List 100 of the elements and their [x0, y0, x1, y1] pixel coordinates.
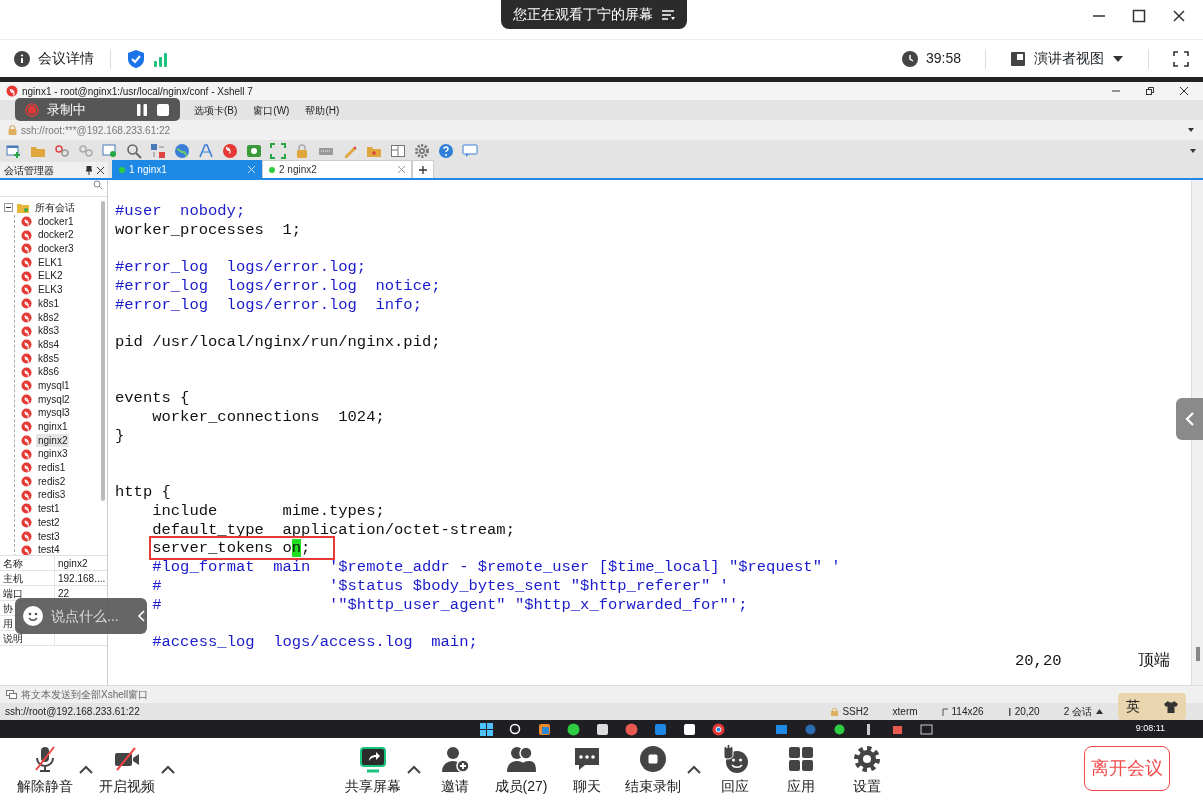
session-item[interactable]: k8s6 [36, 365, 62, 379]
session-item[interactable]: nginx3 [36, 447, 70, 462]
toolbar-button[interactable]: 聊天 [554, 738, 620, 795]
view-menu-button[interactable]: 演讲者视图 [1034, 48, 1124, 69]
session-item[interactable]: test1 [36, 502, 62, 516]
toolbar-button[interactable]: 应用 [768, 738, 834, 795]
session-item[interactable]: k8s5 [36, 351, 62, 366]
session-item[interactable]: docker1 [36, 214, 76, 229]
collapse-icon[interactable] [4, 203, 13, 213]
toolbar-button[interactable]: 共享屏幕 [340, 738, 406, 795]
restore-icon[interactable] [1145, 86, 1155, 96]
leave-meeting-button[interactable]: 离开会议 [1084, 746, 1170, 791]
list-icon[interactable] [660, 8, 675, 21]
meeting-details-link[interactable]: 会议详情 [38, 48, 94, 69]
help-icon[interactable] [438, 143, 454, 159]
scrollbar[interactable] [101, 201, 105, 501]
pin-icon[interactable] [85, 165, 93, 175]
session-item[interactable]: test2 [36, 515, 62, 530]
link-icon[interactable] [54, 143, 70, 159]
smiley-icon[interactable] [23, 606, 43, 626]
snail-icon [21, 366, 32, 378]
windows-icon[interactable] [6, 690, 17, 699]
session-tab[interactable]: 2 nginx2 [262, 160, 412, 178]
toolbar-button[interactable]: 开启视频 [94, 738, 160, 795]
app-icon[interactable] [683, 722, 696, 736]
code-comment: #error_log logs/error.log info; [115, 295, 422, 314]
window-gear-icon[interactable] [102, 143, 118, 159]
chevron-left-icon[interactable] [137, 610, 145, 622]
maximize-icon[interactable] [1131, 8, 1147, 24]
info-icon[interactable] [14, 50, 30, 67]
close-icon[interactable] [1179, 86, 1189, 96]
chat-icon[interactable] [462, 143, 478, 159]
globe-icon[interactable] [174, 143, 190, 159]
code-comment: #access_log logs/access.log main; [152, 633, 478, 651]
app-icon[interactable] [596, 722, 609, 736]
caret-up-icon[interactable] [161, 765, 175, 774]
new-window-icon[interactable] [6, 143, 22, 159]
shirt-icon[interactable] [1164, 700, 1178, 713]
snail-icon[interactable] [222, 143, 238, 159]
toolbar-button[interactable]: 解除静音 [12, 738, 78, 795]
panes-icon[interactable] [390, 143, 406, 159]
session-item[interactable]: k8s4 [36, 337, 62, 352]
session-item[interactable]: test4 [36, 543, 62, 555]
toolbar-button[interactable]: 回应 [702, 738, 768, 795]
dropdown-icon[interactable] [1189, 148, 1197, 154]
close-icon[interactable] [1171, 8, 1187, 24]
layout-icon[interactable] [1010, 50, 1026, 67]
app-icon[interactable] [567, 722, 580, 736]
app-icon[interactable] [538, 722, 551, 736]
session-item[interactable]: docker2 [36, 228, 76, 243]
scrollbar-thumb[interactable] [1195, 647, 1200, 661]
menu-item[interactable]: 选项卡(B) [190, 102, 242, 118]
terminal-icon[interactable] [246, 143, 262, 159]
session-item[interactable]: k8s3 [36, 324, 62, 338]
session-item[interactable]: ELK3 [36, 283, 65, 297]
close-icon[interactable] [97, 166, 104, 174]
session-item[interactable]: test3 [36, 529, 62, 544]
search-icon[interactable] [509, 722, 522, 736]
input-mode-label[interactable]: 英 [1126, 696, 1140, 717]
session-item[interactable]: k8s1 [36, 296, 62, 311]
session-item[interactable]: redis3 [36, 488, 68, 503]
windows-logo-icon[interactable] [480, 722, 493, 736]
dropdown-icon[interactable] [1187, 127, 1195, 133]
code-comment: #log_format main '$remote_addr - $remote_user [$time_local] "$request" ' [152, 558, 841, 576]
folder-item[interactable]: 所有会话 [33, 201, 77, 215]
new-tab-button[interactable] [412, 160, 434, 178]
stop-icon[interactable] [156, 102, 170, 117]
session-item[interactable]: redis2 [36, 474, 68, 489]
chrome-icon[interactable] [712, 722, 725, 736]
send-text-field[interactable]: 将文本发送到全部Xshell窗口 [21, 687, 149, 702]
session-item[interactable]: ELK1 [36, 255, 65, 270]
menu-item[interactable]: 窗口(W) [249, 102, 294, 118]
shield-check-icon[interactable] [127, 48, 145, 69]
caret-up-icon[interactable] [687, 765, 701, 774]
resize-icon [941, 707, 948, 716]
font-icon[interactable] [198, 143, 214, 159]
toolbar-button[interactable]: 成员(27) [488, 738, 554, 795]
session-item[interactable]: mysql1 [36, 378, 72, 393]
session-item[interactable]: ELK2 [36, 269, 65, 284]
session-item[interactable]: nginx2 [36, 433, 70, 448]
session-tab[interactable]: 1 nginx1 [112, 160, 262, 178]
caret-up-icon[interactable] [407, 765, 421, 774]
settings-icon[interactable] [414, 143, 430, 159]
pause-icon[interactable] [136, 102, 148, 117]
toolbar-button[interactable]: 结束录制 [620, 738, 686, 795]
caret-up-icon[interactable] [79, 765, 93, 774]
app-icon[interactable] [833, 722, 846, 736]
chat-field[interactable]: 说点什么... [15, 598, 147, 634]
session-item[interactable]: docker3 [36, 242, 76, 256]
menu-item[interactable]: 帮助(H) [301, 102, 344, 118]
session-item[interactable]: k8s2 [36, 310, 62, 325]
session-item[interactable]: redis1 [36, 461, 68, 475]
session-item[interactable]: nginx1 [36, 420, 70, 434]
toolbar-button[interactable]: 设置 [834, 738, 900, 795]
fullscreen-icon[interactable] [1173, 50, 1189, 67]
collapse-button[interactable] [1176, 398, 1203, 440]
toolbar-button[interactable]: 邀请 [422, 738, 488, 795]
caret-up-icon[interactable] [1096, 709, 1103, 714]
session-item[interactable]: mysql3 [36, 406, 72, 420]
session-item[interactable]: mysql2 [36, 392, 72, 407]
